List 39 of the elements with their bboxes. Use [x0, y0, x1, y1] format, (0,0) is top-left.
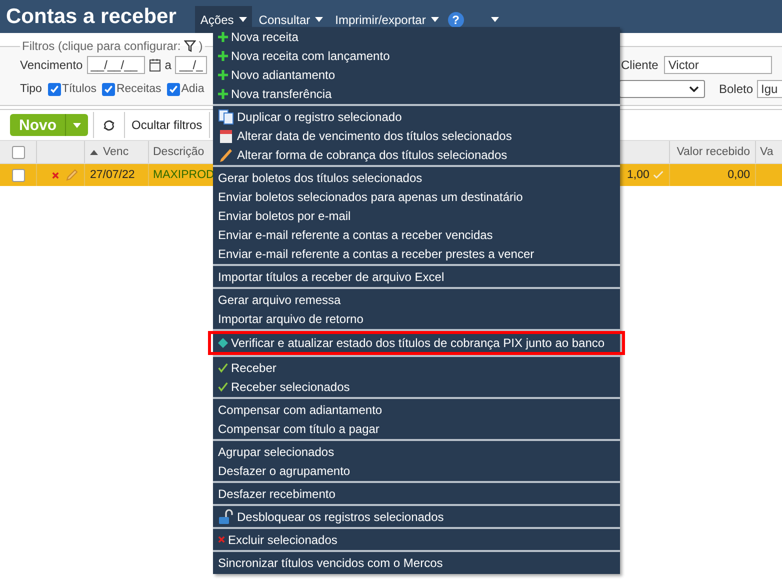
field-label: a [164, 58, 172, 72]
menu-item-label: Enviar e-mail referente a contas a receber prestes a vencer [218, 246, 534, 260]
field-label: Boleto [719, 82, 754, 96]
filters-legend: ) [198, 39, 203, 53]
menu-item-label: Alterar forma de cobrança dos títulos selecionados [237, 148, 508, 162]
menu-item-label: Compensar com adiantamento [218, 402, 382, 416]
page-title: Contas a receber [6, 4, 176, 28]
field-label: Tipo [20, 83, 42, 95]
checkbox-label: Receitas [116, 83, 162, 95]
menu-item-label: Desfazer recebimento [218, 486, 336, 500]
menu-item-label: Receber selecionados [231, 380, 350, 394]
menu-item-label: Novo adiantamento [231, 68, 336, 82]
menu-item-label: Nova receita com lançamento [231, 48, 390, 62]
menu-item-label: Nova transferência [231, 86, 332, 100]
menu-item-label: Gerar arquivo remessa [218, 292, 341, 306]
checkbox-label: Adia [181, 83, 204, 95]
table-cell-text: MAXIPROD [152, 168, 216, 183]
menu-item-label: Desbloquear os registros selecionados [237, 510, 444, 524]
menu-item-label: Enviar boletos selecionados para apenas um destinatário [218, 190, 523, 204]
menu-item-label: Excluir selecionados [228, 532, 338, 546]
menu-item-label: Enviar e-mail referente a contas a receber vencidas [218, 228, 493, 242]
field-label: Vencimento [20, 58, 83, 72]
menu-item-label: Desfazer o agrupamento [218, 464, 350, 478]
menu-item-label: Receber [231, 360, 276, 374]
table-cell: 27/07/22 [85, 164, 149, 186]
field-label: Cliente [621, 58, 658, 72]
menu-item-label: Enviar boletos por e-mail [218, 208, 351, 222]
table-cell: 1,00 [627, 169, 650, 181]
table-cell: 0,00 [670, 164, 756, 186]
menu-item-label: Verificar e atualizar estado dos títulos de cobrança PIX junto ao banco [231, 336, 605, 350]
menu-item-label: Importar arquivo de retorno [218, 312, 364, 326]
menu-item-label: Gerar boletos dos títulos selecionados [218, 170, 422, 184]
menu-item-label: Alterar data de vencimento dos títulos selecionados [237, 128, 512, 142]
checkbox-label: Títulos [62, 83, 96, 95]
menu-item-label: Compensar com título a pagar [218, 422, 380, 436]
menu-item-label: Importar títulos a receber de arquivo Excel [218, 270, 444, 284]
menu-item-label: Agrupar selecionados [218, 444, 334, 458]
menu-item-label: Sincronizar títulos vencidos com o Mercos [218, 556, 443, 570]
menu-item-label: Duplicar o registro selecionado [237, 110, 402, 124]
